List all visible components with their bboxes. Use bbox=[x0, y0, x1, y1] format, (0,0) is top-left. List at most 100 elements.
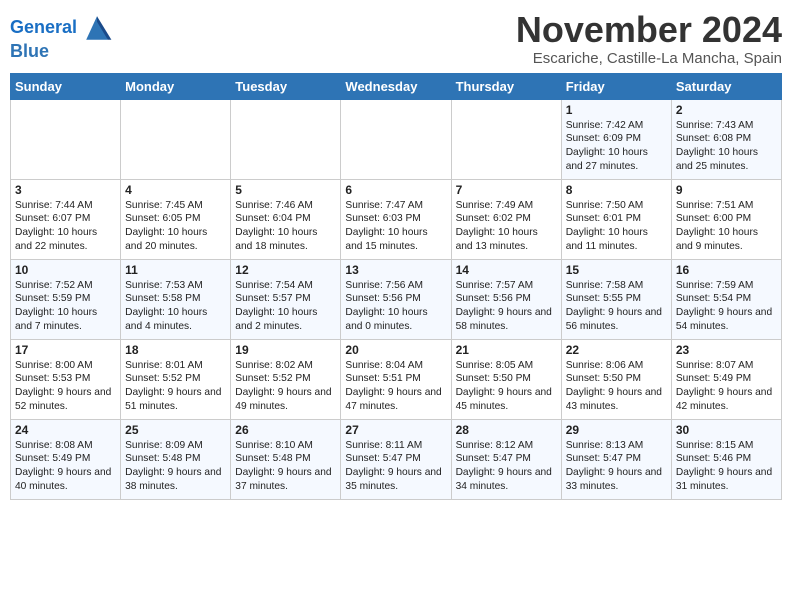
cell-sun-info: Sunrise: 7:53 AM Sunset: 5:58 PM Dayligh… bbox=[125, 279, 226, 334]
day-number: 3 bbox=[15, 183, 116, 197]
cell-sun-info: Sunrise: 8:06 AM Sunset: 5:50 PM Dayligh… bbox=[566, 359, 667, 414]
day-of-week-header: Wednesday bbox=[341, 73, 451, 99]
calendar-cell bbox=[231, 99, 341, 179]
cell-sun-info: Sunrise: 8:07 AM Sunset: 5:49 PM Dayligh… bbox=[676, 359, 777, 414]
day-number: 19 bbox=[235, 343, 336, 357]
cell-sun-info: Sunrise: 8:05 AM Sunset: 5:50 PM Dayligh… bbox=[456, 359, 557, 414]
calendar-header: SundayMondayTuesdayWednesdayThursdayFrid… bbox=[11, 73, 782, 99]
calendar-cell: 18 Sunrise: 8:01 AM Sunset: 5:52 PM Dayli… bbox=[121, 339, 231, 419]
cell-sun-info: Sunrise: 7:43 AM Sunset: 6:08 PM Dayligh… bbox=[676, 119, 777, 174]
day-number: 4 bbox=[125, 183, 226, 197]
cell-sun-info: Sunrise: 8:11 AM Sunset: 5:47 PM Dayligh… bbox=[345, 439, 446, 494]
calendar-week-row: 10 Sunrise: 7:52 AM Sunset: 5:59 PM Dayli… bbox=[11, 259, 782, 339]
cell-sun-info: Sunrise: 8:10 AM Sunset: 5:48 PM Dayligh… bbox=[235, 439, 336, 494]
day-number: 9 bbox=[676, 183, 777, 197]
day-number: 16 bbox=[676, 263, 777, 277]
calendar-week-row: 1 Sunrise: 7:42 AM Sunset: 6:09 PM Daylig… bbox=[11, 99, 782, 179]
logo-blue: Blue bbox=[10, 42, 117, 62]
calendar-cell: 5 Sunrise: 7:46 AM Sunset: 6:04 PM Daylig… bbox=[231, 179, 341, 259]
logo-icon bbox=[79, 14, 115, 42]
logo-text: General bbox=[10, 18, 77, 38]
calendar-week-row: 17 Sunrise: 8:00 AM Sunset: 5:53 PM Dayli… bbox=[11, 339, 782, 419]
day-of-week-header: Sunday bbox=[11, 73, 121, 99]
logo: General Blue bbox=[10, 14, 117, 62]
day-of-week-header: Monday bbox=[121, 73, 231, 99]
day-number: 20 bbox=[345, 343, 446, 357]
cell-sun-info: Sunrise: 8:00 AM Sunset: 5:53 PM Dayligh… bbox=[15, 359, 116, 414]
calendar-cell: 2 Sunrise: 7:43 AM Sunset: 6:08 PM Daylig… bbox=[671, 99, 781, 179]
day-number: 18 bbox=[125, 343, 226, 357]
day-number: 15 bbox=[566, 263, 667, 277]
calendar-cell: 6Sunrise: 7:47 AM Sunset: 6:03 PM Daylig… bbox=[341, 179, 451, 259]
calendar-cell: 28Sunrise: 8:12 AM Sunset: 5:47 PM Dayli… bbox=[451, 419, 561, 499]
title-block: November 2024 Escariche, Castille-La Man… bbox=[516, 10, 782, 67]
calendar-cell bbox=[341, 99, 451, 179]
day-number: 30 bbox=[676, 423, 777, 437]
cell-sun-info: Sunrise: 8:09 AM Sunset: 5:48 PM Dayligh… bbox=[125, 439, 226, 494]
cell-sun-info: Sunrise: 7:42 AM Sunset: 6:09 PM Dayligh… bbox=[566, 119, 667, 174]
calendar-cell: 4 Sunrise: 7:45 AM Sunset: 6:05 PM Daylig… bbox=[121, 179, 231, 259]
calendar-cell: 15 Sunrise: 7:58 AM Sunset: 5:55 PM Dayli… bbox=[561, 259, 671, 339]
calendar-cell: 16 Sunrise: 7:59 AM Sunset: 5:54 PM Dayli… bbox=[671, 259, 781, 339]
day-number: 25 bbox=[125, 423, 226, 437]
calendar-cell: 14Sunrise: 7:57 AM Sunset: 5:56 PM Dayli… bbox=[451, 259, 561, 339]
cell-sun-info: Sunrise: 8:01 AM Sunset: 5:52 PM Dayligh… bbox=[125, 359, 226, 414]
calendar-cell bbox=[11, 99, 121, 179]
cell-sun-info: Sunrise: 8:15 AM Sunset: 5:46 PM Dayligh… bbox=[676, 439, 777, 494]
calendar-cell: 26Sunrise: 8:10 AM Sunset: 5:48 PM Dayli… bbox=[231, 419, 341, 499]
day-number: 8 bbox=[566, 183, 667, 197]
calendar-cell: 22Sunrise: 8:06 AM Sunset: 5:50 PM Dayli… bbox=[561, 339, 671, 419]
page-header: General Blue November 2024 Escariche, Ca… bbox=[10, 10, 782, 67]
day-of-week-header: Thursday bbox=[451, 73, 561, 99]
cell-sun-info: Sunrise: 7:46 AM Sunset: 6:04 PM Dayligh… bbox=[235, 199, 336, 254]
calendar-cell: 1 Sunrise: 7:42 AM Sunset: 6:09 PM Daylig… bbox=[561, 99, 671, 179]
cell-sun-info: Sunrise: 8:04 AM Sunset: 5:51 PM Dayligh… bbox=[345, 359, 446, 414]
calendar-cell: 7 Sunrise: 7:49 AM Sunset: 6:02 PM Daylig… bbox=[451, 179, 561, 259]
calendar-cell: 20 Sunrise: 8:04 AM Sunset: 5:51 PM Dayli… bbox=[341, 339, 451, 419]
calendar-body: 1 Sunrise: 7:42 AM Sunset: 6:09 PM Daylig… bbox=[11, 99, 782, 499]
calendar-cell: 23 Sunrise: 8:07 AM Sunset: 5:49 PM Dayli… bbox=[671, 339, 781, 419]
day-number: 1 bbox=[566, 103, 667, 117]
day-number: 24 bbox=[15, 423, 116, 437]
calendar-cell: 8 Sunrise: 7:50 AM Sunset: 6:01 PM Daylig… bbox=[561, 179, 671, 259]
calendar-cell: 12 Sunrise: 7:54 AM Sunset: 5:57 PM Dayli… bbox=[231, 259, 341, 339]
cell-sun-info: Sunrise: 7:51 AM Sunset: 6:00 PM Dayligh… bbox=[676, 199, 777, 254]
cell-sun-info: Sunrise: 7:44 AM Sunset: 6:07 PM Dayligh… bbox=[15, 199, 116, 254]
calendar-cell: 13Sunrise: 7:56 AM Sunset: 5:56 PM Dayli… bbox=[341, 259, 451, 339]
cell-sun-info: Sunrise: 7:57 AM Sunset: 5:56 PM Dayligh… bbox=[456, 279, 557, 334]
calendar-cell: 19 Sunrise: 8:02 AM Sunset: 5:52 PM Dayli… bbox=[231, 339, 341, 419]
day-of-week-header: Saturday bbox=[671, 73, 781, 99]
cell-sun-info: Sunrise: 7:52 AM Sunset: 5:59 PM Dayligh… bbox=[15, 279, 116, 334]
day-number: 7 bbox=[456, 183, 557, 197]
day-number: 2 bbox=[676, 103, 777, 117]
calendar-cell: 9 Sunrise: 7:51 AM Sunset: 6:00 PM Daylig… bbox=[671, 179, 781, 259]
calendar-cell: 21 Sunrise: 8:05 AM Sunset: 5:50 PM Dayli… bbox=[451, 339, 561, 419]
cell-sun-info: Sunrise: 7:54 AM Sunset: 5:57 PM Dayligh… bbox=[235, 279, 336, 334]
day-number: 28 bbox=[456, 423, 557, 437]
calendar-cell bbox=[121, 99, 231, 179]
day-number: 21 bbox=[456, 343, 557, 357]
calendar-week-row: 3 Sunrise: 7:44 AM Sunset: 6:07 PM Daylig… bbox=[11, 179, 782, 259]
day-number: 23 bbox=[676, 343, 777, 357]
day-number: 5 bbox=[235, 183, 336, 197]
calendar-cell: 25 Sunrise: 8:09 AM Sunset: 5:48 PM Dayli… bbox=[121, 419, 231, 499]
day-of-week-header: Tuesday bbox=[231, 73, 341, 99]
cell-sun-info: Sunrise: 7:50 AM Sunset: 6:01 PM Dayligh… bbox=[566, 199, 667, 254]
calendar-cell: 11 Sunrise: 7:53 AM Sunset: 5:58 PM Dayli… bbox=[121, 259, 231, 339]
day-number: 29 bbox=[566, 423, 667, 437]
calendar-cell: 10 Sunrise: 7:52 AM Sunset: 5:59 PM Dayli… bbox=[11, 259, 121, 339]
cell-sun-info: Sunrise: 7:49 AM Sunset: 6:02 PM Dayligh… bbox=[456, 199, 557, 254]
cell-sun-info: Sunrise: 7:47 AM Sunset: 6:03 PM Dayligh… bbox=[345, 199, 446, 254]
cell-sun-info: Sunrise: 8:13 AM Sunset: 5:47 PM Dayligh… bbox=[566, 439, 667, 494]
day-number: 17 bbox=[15, 343, 116, 357]
day-number: 10 bbox=[15, 263, 116, 277]
day-number: 12 bbox=[235, 263, 336, 277]
calendar-cell: 27Sunrise: 8:11 AM Sunset: 5:47 PM Dayli… bbox=[341, 419, 451, 499]
calendar-week-row: 24Sunrise: 8:08 AM Sunset: 5:49 PM Dayli… bbox=[11, 419, 782, 499]
cell-sun-info: Sunrise: 8:02 AM Sunset: 5:52 PM Dayligh… bbox=[235, 359, 336, 414]
day-number: 11 bbox=[125, 263, 226, 277]
cell-sun-info: Sunrise: 7:59 AM Sunset: 5:54 PM Dayligh… bbox=[676, 279, 777, 334]
cell-sun-info: Sunrise: 7:58 AM Sunset: 5:55 PM Dayligh… bbox=[566, 279, 667, 334]
cell-sun-info: Sunrise: 7:45 AM Sunset: 6:05 PM Dayligh… bbox=[125, 199, 226, 254]
calendar-cell: 24Sunrise: 8:08 AM Sunset: 5:49 PM Dayli… bbox=[11, 419, 121, 499]
